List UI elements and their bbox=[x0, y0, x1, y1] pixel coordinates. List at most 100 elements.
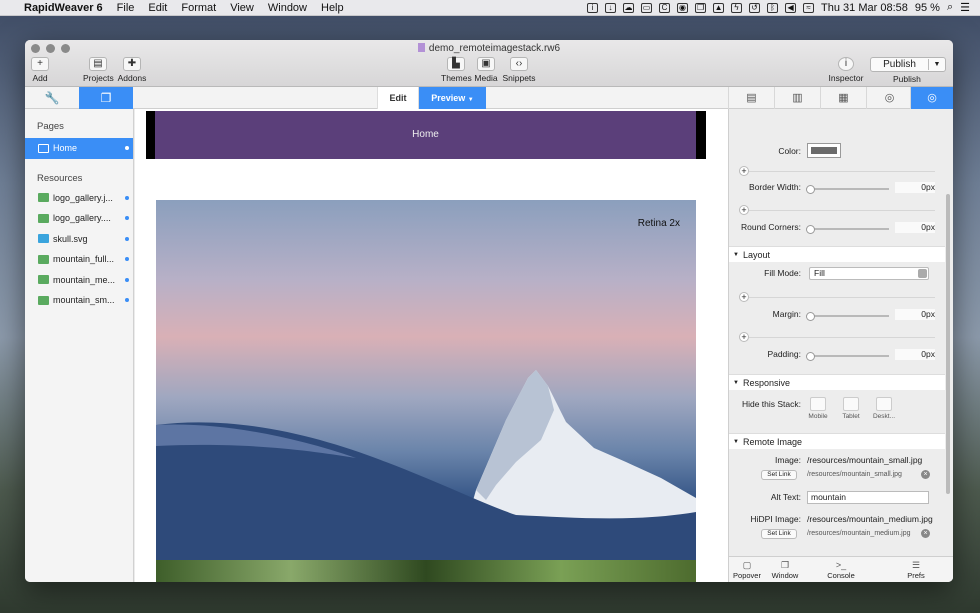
add-border-button[interactable]: + bbox=[739, 166, 749, 176]
nav-home-link[interactable]: Home bbox=[155, 111, 696, 159]
mountain-image: Retina 2x bbox=[156, 200, 696, 560]
layout-section-header[interactable]: ▼ Layout bbox=[729, 246, 945, 262]
resource-item[interactable]: mountain_sm... bbox=[25, 290, 133, 311]
status-dot bbox=[125, 277, 129, 282]
disclosure-triangle-icon: ▼ bbox=[733, 380, 739, 386]
padding-slider[interactable] bbox=[806, 352, 889, 361]
bolt-icon[interactable]: ϟ bbox=[731, 2, 743, 13]
tab-resources[interactable]: ❐ bbox=[79, 87, 133, 109]
alt-text-input[interactable]: mountain bbox=[807, 491, 929, 504]
fill-mode-row: Fill Mode: Fill bbox=[729, 267, 945, 281]
desktop-icon bbox=[876, 397, 892, 411]
window-button[interactable]: ❐ Window bbox=[769, 560, 801, 580]
app-menu[interactable]: RapidWeaver 6 bbox=[17, 2, 110, 14]
wifi-icon[interactable]: ≈ bbox=[803, 2, 815, 13]
window-icon[interactable]: ❐ bbox=[695, 2, 707, 13]
padding-row: Padding: 0px bbox=[729, 349, 945, 363]
margin-value[interactable]: 0px bbox=[895, 309, 935, 320]
popover-button[interactable]: ▢ Popover bbox=[732, 560, 762, 580]
camera-icon[interactable]: ◉ bbox=[677, 2, 689, 13]
hidpi-label: HiDPI Image: bbox=[750, 514, 801, 524]
image-icon bbox=[38, 213, 49, 223]
disclosure-triangle-icon: ▼ bbox=[733, 252, 739, 258]
timemachine-icon[interactable]: ↺ bbox=[749, 2, 761, 13]
add-margin-button[interactable]: + bbox=[739, 292, 749, 302]
resource-item[interactable]: mountain_me... bbox=[25, 270, 133, 291]
tab-edit[interactable]: Edit bbox=[377, 87, 419, 109]
preview-canvas[interactable]: Home Retina 2x bbox=[135, 109, 728, 582]
resource-item[interactable]: skull.svg bbox=[25, 229, 133, 250]
download-icon[interactable]: ↓ bbox=[605, 2, 617, 13]
round-corners-slider[interactable] bbox=[806, 225, 889, 234]
addons-button[interactable]: ✚ Addons bbox=[117, 57, 147, 83]
fill-mode-select[interactable]: Fill bbox=[809, 267, 929, 280]
clear-icon[interactable]: × bbox=[921, 470, 930, 479]
inspector-scrollbar[interactable] bbox=[946, 194, 950, 494]
publish-button-label[interactable]: Publish bbox=[871, 59, 929, 70]
sidebar-item-home[interactable]: Home bbox=[25, 138, 133, 159]
resource-item[interactable]: mountain_full... bbox=[25, 249, 133, 270]
hide-desktop-toggle[interactable]: Deskt... bbox=[869, 397, 899, 420]
set-link-button[interactable]: Set Link bbox=[761, 470, 797, 480]
inspector-button[interactable]: i Inspector bbox=[828, 57, 864, 83]
tab-preview[interactable]: Preview ▼ bbox=[419, 87, 486, 109]
inspector-tab-theme[interactable]: ◎ bbox=[866, 87, 912, 109]
resources-heading: Resources bbox=[37, 172, 83, 184]
tab-general[interactable]: 🔧 bbox=[25, 87, 79, 109]
bluetooth-icon[interactable]: ᛒ bbox=[767, 2, 779, 13]
inspector-tab-page[interactable]: ▤ bbox=[728, 87, 774, 109]
hide-mobile-toggle[interactable]: Mobile bbox=[803, 397, 833, 420]
status-icon[interactable]: i bbox=[587, 2, 599, 13]
inspector-tab-stacks[interactable]: ◎ bbox=[910, 87, 953, 109]
menu-view[interactable]: View bbox=[223, 2, 261, 14]
color-swatch[interactable] bbox=[807, 143, 841, 158]
add-corners-button[interactable]: + bbox=[739, 205, 749, 215]
resource-item[interactable]: logo_gallery.j... bbox=[25, 188, 133, 209]
airplay-icon[interactable]: ▲ bbox=[713, 2, 725, 13]
menu-help[interactable]: Help bbox=[314, 2, 351, 14]
menu-file[interactable]: File bbox=[110, 2, 142, 14]
remote-image-section-header[interactable]: ▼ Remote Image bbox=[729, 433, 945, 449]
border-width-slider[interactable] bbox=[806, 185, 889, 194]
hide-tablet-toggle[interactable]: Tablet bbox=[836, 397, 866, 420]
cloud-icon[interactable]: ☁ bbox=[623, 2, 635, 13]
search-icon[interactable]: ⌕ bbox=[947, 1, 953, 14]
plus-icon: + bbox=[31, 57, 49, 71]
resource-item[interactable]: logo_gallery.... bbox=[25, 208, 133, 229]
menu-format[interactable]: Format bbox=[174, 2, 223, 14]
themes-button[interactable]: ▙ Themes bbox=[441, 57, 472, 83]
alt-text-row: Alt Text: mountain bbox=[729, 491, 945, 505]
padding-value[interactable]: 0px bbox=[895, 349, 935, 360]
list-icon[interactable]: ☰ bbox=[960, 1, 970, 14]
inspector-tab-layout[interactable]: ▥ bbox=[774, 87, 820, 109]
console-button[interactable]: >_ Console bbox=[824, 560, 858, 580]
status-dot bbox=[125, 236, 129, 241]
prefs-button[interactable]: ☰ Prefs bbox=[901, 560, 931, 580]
foliage-image bbox=[156, 560, 696, 582]
menu-edit[interactable]: Edit bbox=[141, 2, 174, 14]
clipboard-icon[interactable]: C bbox=[659, 2, 671, 13]
wrench-icon: 🔧 bbox=[44, 91, 60, 105]
projects-button[interactable]: ▤ Projects bbox=[83, 57, 114, 83]
add-button[interactable]: + Add bbox=[31, 57, 49, 83]
disclosure-triangle-icon: ▼ bbox=[733, 439, 739, 445]
set-link-button[interactable]: Set Link bbox=[761, 529, 797, 539]
display-icon[interactable]: ▭ bbox=[641, 2, 653, 13]
snippets-button[interactable]: ‹› Snippets bbox=[502, 57, 536, 83]
chevron-down-icon[interactable]: ▼ bbox=[929, 61, 945, 68]
mountain-illustration bbox=[156, 370, 696, 560]
color-row: Color: bbox=[729, 143, 945, 159]
clock[interactable]: Thu 31 Mar 08:58 bbox=[821, 2, 908, 14]
round-corners-value[interactable]: 0px bbox=[895, 222, 935, 233]
battery-label[interactable]: 95 % bbox=[915, 2, 940, 14]
responsive-section-header[interactable]: ▼ Responsive bbox=[729, 374, 945, 390]
inspector-tab-header[interactable]: ▦ bbox=[820, 87, 866, 109]
clear-icon[interactable]: × bbox=[921, 529, 930, 538]
menu-window[interactable]: Window bbox=[261, 2, 314, 14]
margin-slider[interactable] bbox=[806, 312, 889, 321]
media-button[interactable]: ▣ Media bbox=[473, 57, 499, 83]
add-padding-button[interactable]: + bbox=[739, 332, 749, 342]
volume-icon[interactable]: ◀ bbox=[785, 2, 797, 13]
publish-button[interactable]: Publish ▼ bbox=[870, 57, 946, 72]
border-width-value[interactable]: 0px bbox=[895, 182, 935, 193]
